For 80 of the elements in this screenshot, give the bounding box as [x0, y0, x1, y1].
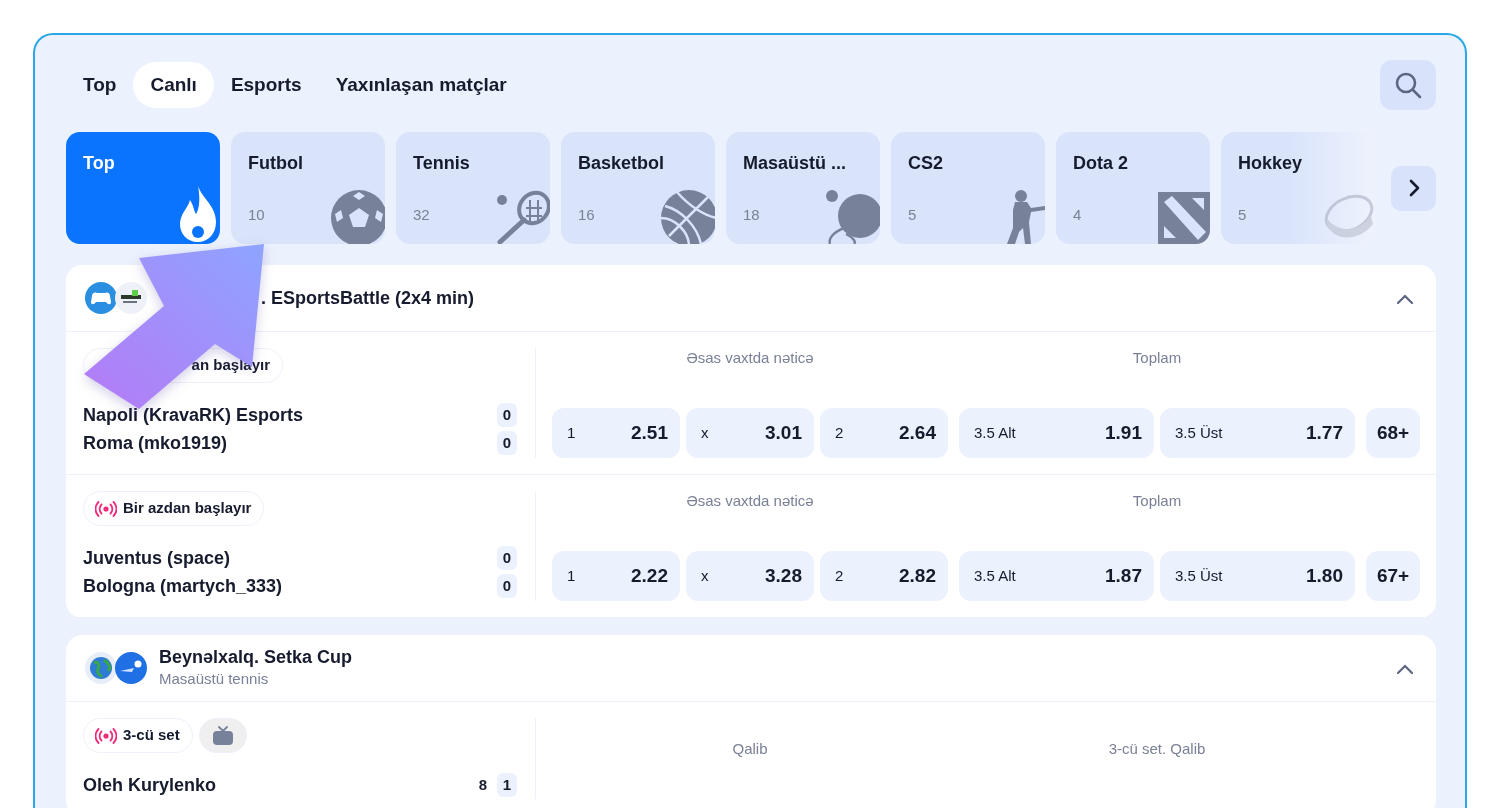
- sport-card[interactable]: CS2 5: [891, 132, 1045, 244]
- team-name: Oleh Kurylenko: [83, 773, 217, 797]
- sport-count: 18: [743, 204, 760, 225]
- next-button[interactable]: [1391, 165, 1436, 211]
- market-title: Qalib: [731, 739, 769, 759]
- nav-tab[interactable]: Canlı: [133, 62, 214, 108]
- basketball-icon: [659, 188, 715, 244]
- league-title: Beynəlxalq. Setka Cup: [159, 645, 353, 668]
- status-text: 3-cü set: [123, 725, 180, 746]
- market-title: Toplam: [1131, 491, 1183, 511]
- score: 0: [497, 546, 517, 570]
- market-title: 3-cü set. Qalib: [1107, 739, 1207, 759]
- more-markets-button[interactable]: 67+: [1366, 551, 1420, 601]
- tennis-racket-icon: [494, 188, 550, 244]
- sport-card[interactable]: Dota 2 4: [1056, 132, 1210, 244]
- team-name: Roma (mko1919): [83, 431, 228, 455]
- shield-emblem-icon: [1158, 192, 1210, 244]
- gamepad-logo-icon: [84, 281, 118, 315]
- ping-pong-logo-icon: [114, 651, 148, 685]
- sport-count: 4: [1073, 204, 1082, 225]
- odds-button[interactable]: 3.5 Alt 1.91: [959, 408, 1154, 458]
- league-subtitle: Masaüstü tennis: [159, 668, 270, 689]
- tv-icon: [211, 725, 234, 746]
- sport-count: 5: [908, 204, 917, 225]
- search-icon: [1394, 71, 1422, 99]
- sport-name: Dota 2: [1073, 152, 1129, 174]
- score: 0: [497, 431, 517, 455]
- live-broadcast-icon: [95, 727, 117, 744]
- chevron-up-icon: [1396, 662, 1414, 675]
- odds-button[interactable]: 3.5 Üst 1.77: [1160, 408, 1355, 458]
- odds-button[interactable]: 3.5 Alt 1.87: [959, 551, 1154, 601]
- score: 0: [497, 403, 517, 427]
- odds-button[interactable]: x 3.28: [686, 551, 814, 601]
- sport-name: Hokkey: [1238, 152, 1304, 174]
- market-title: Əsas vaxtda nəticə: [685, 491, 815, 511]
- nav-tab[interactable]: Esports: [213, 62, 319, 108]
- odds-button[interactable]: 2 2.64: [820, 408, 948, 458]
- sport-name: Tennis: [413, 152, 471, 174]
- odds-button[interactable]: 1 2.51: [552, 408, 680, 458]
- sport-count: 10: [248, 204, 265, 225]
- status-text: an başlayır: [191, 355, 270, 376]
- league-title: . ESportsBattle (2x4 min): [261, 287, 475, 309]
- chevron-right-icon: [1407, 179, 1420, 197]
- team-name: Napoli (KravaRK) Esports: [83, 403, 304, 427]
- odds-button[interactable]: x 3.01: [686, 408, 814, 458]
- nav-tab[interactable]: Yaxınlaşan matçlar: [318, 62, 524, 108]
- sport-card[interactable]: Top: [66, 132, 220, 244]
- sport-card[interactable]: Hokkey 5: [1221, 132, 1375, 244]
- globe-icon: [84, 651, 118, 685]
- score: 8: [477, 775, 489, 795]
- score: 1: [497, 773, 517, 797]
- nav-tab[interactable]: Top: [66, 62, 134, 108]
- sport-name: Masaüstü ...: [743, 152, 848, 174]
- sport-count: 5: [1238, 204, 1247, 225]
- market-title: Toplam: [1131, 348, 1183, 368]
- status-text: Bir azdan başlayır: [123, 498, 252, 519]
- search-button[interactable]: [1380, 60, 1436, 110]
- sport-name: CS2: [908, 152, 944, 174]
- odds-button[interactable]: 2 2.82: [820, 551, 948, 601]
- sport-card[interactable]: Masaüstü ... 18: [726, 132, 880, 244]
- sport-name: Futbol: [248, 152, 304, 174]
- esports-emblem-icon: [114, 281, 148, 315]
- odds-button[interactable]: 1 2.22: [552, 551, 680, 601]
- sport-card[interactable]: Futbol 10: [231, 132, 385, 244]
- sport-name: Basketbol: [578, 152, 666, 174]
- sport-card[interactable]: Tennis 32: [396, 132, 550, 244]
- tv-button[interactable]: [198, 718, 247, 753]
- score: 0: [497, 574, 517, 598]
- team-name: Juventus (space): [83, 546, 231, 570]
- live-broadcast-icon: [95, 500, 117, 517]
- market-title: Əsas vaxtda nəticə: [685, 348, 815, 368]
- chevron-up-icon: [1396, 292, 1414, 305]
- sport-card[interactable]: Basketbol 16: [561, 132, 715, 244]
- team-name: Bologna (martych_333): [83, 574, 283, 598]
- sport-name: Top: [83, 152, 116, 174]
- sport-count: 32: [413, 204, 430, 225]
- table-tennis-paddle-icon: [824, 188, 880, 244]
- odds-button[interactable]: 3.5 Üst 1.80: [1160, 551, 1355, 601]
- more-markets-button[interactable]: 68+: [1366, 408, 1420, 458]
- sport-count: 16: [578, 204, 595, 225]
